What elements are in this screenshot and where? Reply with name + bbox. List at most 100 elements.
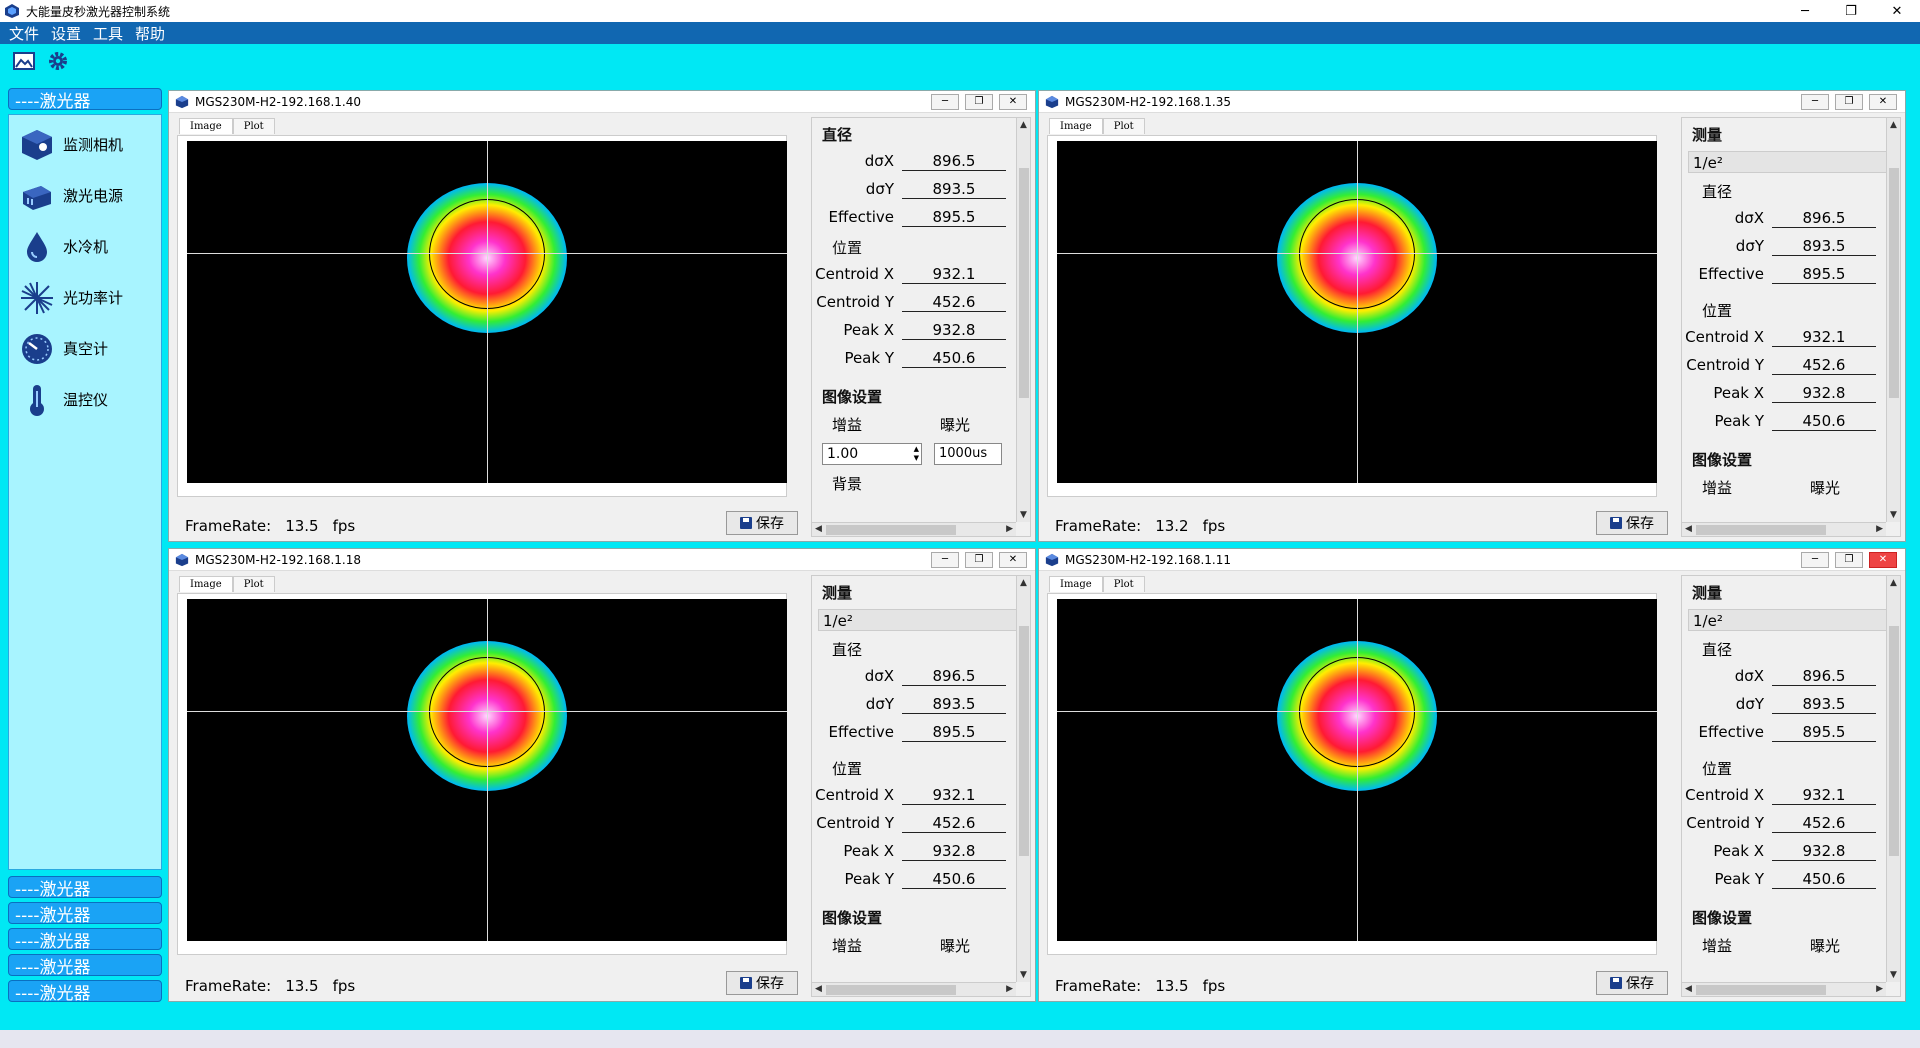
menu-file[interactable]: 文件 <box>9 23 39 44</box>
menu-tools[interactable]: 工具 <box>93 23 123 44</box>
window-minimize-button[interactable]: ─ <box>1801 551 1829 568</box>
sidebar-item-monitor-camera[interactable]: 监测相机 <box>9 119 161 170</box>
image-view-button[interactable] <box>12 49 36 73</box>
sidebar-group-header[interactable]: ----激光器 <box>8 980 162 1004</box>
window-close-button[interactable]: ✕ <box>999 93 1027 110</box>
window-minimize-button[interactable]: ─ <box>931 93 959 110</box>
starburst-icon <box>21 281 53 314</box>
sidebar-item-temp-controller[interactable]: 温控仪 <box>9 374 161 425</box>
vertical-scrollbar[interactable]: ▲ ▼ <box>1886 118 1900 522</box>
beam-image[interactable] <box>187 141 787 483</box>
horizontal-scrollbar[interactable]: ◀ ▶ <box>1682 982 1886 996</box>
tab-plot[interactable]: Plot <box>1102 118 1145 134</box>
app-title: 大能量皮秒激光器控制系统 <box>26 4 171 19</box>
horizontal-scrollbar[interactable]: ◀ ▶ <box>1682 522 1886 536</box>
sidebar-group-header[interactable]: ----激光器 <box>8 954 162 978</box>
scroll-right-icon[interactable]: ▶ <box>1006 984 1013 994</box>
centroid-x-row: Centroid X 932.1 <box>812 781 1030 809</box>
measure-mode-select[interactable]: 1/e² <box>818 609 1024 631</box>
save-button[interactable]: 保存 <box>1596 511 1668 535</box>
window-close-button[interactable]: ✕ <box>999 551 1027 568</box>
scroll-thumb[interactable] <box>1889 626 1899 856</box>
camera-window: MGS230M-H2-192.168.1.35 ─ ❐ ✕ Image Plot… <box>1038 90 1906 542</box>
scroll-thumb[interactable] <box>826 525 956 535</box>
window-close-button[interactable]: ✕ <box>1869 93 1897 110</box>
tab-image[interactable]: Image <box>179 118 233 134</box>
save-button[interactable]: 保存 <box>726 511 798 535</box>
scroll-up-icon[interactable]: ▲ <box>1890 578 1897 588</box>
minimize-button[interactable]: ─ <box>1782 0 1828 22</box>
image-panel <box>1047 593 1657 955</box>
scroll-thumb[interactable] <box>1019 168 1029 398</box>
beam-image[interactable] <box>1057 141 1657 483</box>
peak-x-label: Peak X <box>1713 842 1764 860</box>
window-restore-button[interactable]: ❐ <box>965 93 993 110</box>
scroll-down-icon[interactable]: ▼ <box>1020 510 1027 520</box>
horizontal-scrollbar[interactable]: ◀ ▶ <box>812 982 1016 996</box>
vertical-scrollbar[interactable]: ▲ ▼ <box>1886 576 1900 982</box>
save-button[interactable]: 保存 <box>726 971 798 995</box>
scroll-thumb[interactable] <box>1696 525 1826 535</box>
sidebar-item-vacuum-gauge[interactable]: 真空计 <box>9 323 161 374</box>
scroll-right-icon[interactable]: ▶ <box>1876 984 1883 994</box>
window-restore-button[interactable]: ❐ <box>1835 93 1863 110</box>
sidebar-item-water-chiller[interactable]: 水冷机 <box>9 221 161 272</box>
settings-button[interactable] <box>46 49 70 73</box>
close-button[interactable]: ✕ <box>1874 0 1920 22</box>
maximize-button[interactable]: ❐ <box>1828 0 1874 22</box>
beam-image[interactable] <box>187 599 787 941</box>
vertical-scrollbar[interactable]: ▲ ▼ <box>1016 576 1030 982</box>
window-restore-button[interactable]: ❐ <box>965 551 993 568</box>
scroll-left-icon[interactable]: ◀ <box>1685 984 1692 994</box>
sidebar-group-header[interactable]: ----激光器 <box>8 88 162 112</box>
menu-settings[interactable]: 设置 <box>51 23 81 44</box>
gain-label: 增益 <box>832 415 863 434</box>
scroll-left-icon[interactable]: ◀ <box>1685 524 1692 534</box>
sidebar-item-power-meter[interactable]: 光功率计 <box>9 272 161 323</box>
tab-image[interactable]: Image <box>1049 118 1103 134</box>
camera-window: MGS230M-H2-192.168.1.40 ─ ❐ ✕ Image Plot… <box>168 90 1036 542</box>
scroll-thumb[interactable] <box>1019 626 1029 856</box>
tab-plot[interactable]: Plot <box>1102 576 1145 592</box>
save-button[interactable]: 保存 <box>1596 971 1668 995</box>
tab-plot[interactable]: Plot <box>232 118 275 134</box>
sidebar-group-header[interactable]: ----激光器 <box>8 876 162 900</box>
window-restore-button[interactable]: ❐ <box>1835 551 1863 568</box>
measure-mode-select[interactable]: 1/e² <box>1688 609 1894 631</box>
window-minimize-button[interactable]: ─ <box>931 551 959 568</box>
scroll-right-icon[interactable]: ▶ <box>1006 524 1013 534</box>
scroll-thumb[interactable] <box>826 985 956 995</box>
measure-mode-select[interactable]: 1/e² <box>1688 151 1894 173</box>
tab-image[interactable]: Image <box>179 576 233 592</box>
scroll-down-icon[interactable]: ▼ <box>1890 510 1897 520</box>
tab-plot[interactable]: Plot <box>232 576 275 592</box>
sidebar-item-laser-power[interactable]: 激光电源 <box>9 170 161 221</box>
scroll-thumb[interactable] <box>1696 985 1826 995</box>
window-close-button[interactable]: ✕ <box>1869 551 1897 568</box>
scroll-up-icon[interactable]: ▲ <box>1020 578 1027 588</box>
sidebar-group-header[interactable]: ----激光器 <box>8 902 162 926</box>
effective-value: 895.5 <box>1772 264 1876 284</box>
menu-help[interactable]: 帮助 <box>135 23 165 44</box>
scroll-right-icon[interactable]: ▶ <box>1876 524 1883 534</box>
scroll-up-icon[interactable]: ▲ <box>1020 120 1027 130</box>
scroll-thumb[interactable] <box>1889 168 1899 398</box>
gain-input[interactable]: 1.00 ▲ ▼ <box>822 443 922 465</box>
d-sigma-x-value: 896.5 <box>902 151 1006 171</box>
d-sigma-x-row: dσX 896.5 <box>812 147 1030 175</box>
horizontal-scrollbar[interactable]: ◀ ▶ <box>812 522 1016 536</box>
scroll-down-icon[interactable]: ▼ <box>1890 970 1897 980</box>
beam-image[interactable] <box>1057 599 1657 941</box>
sidebar-group-header[interactable]: ----激光器 <box>8 928 162 952</box>
tab-image[interactable]: Image <box>1049 576 1103 592</box>
scroll-left-icon[interactable]: ◀ <box>815 524 822 534</box>
spinner-icon[interactable]: ▲ ▼ <box>914 445 919 463</box>
vertical-scrollbar[interactable]: ▲ ▼ <box>1016 118 1030 522</box>
scroll-left-icon[interactable]: ◀ <box>815 984 822 994</box>
scroll-down-icon[interactable]: ▼ <box>1020 970 1027 980</box>
exposure-input[interactable]: 1000us <box>934 443 1002 465</box>
gain-label: 增益 <box>832 936 863 955</box>
scroll-up-icon[interactable]: ▲ <box>1890 120 1897 130</box>
background-label: 背景 <box>832 475 863 493</box>
window-minimize-button[interactable]: ─ <box>1801 93 1829 110</box>
